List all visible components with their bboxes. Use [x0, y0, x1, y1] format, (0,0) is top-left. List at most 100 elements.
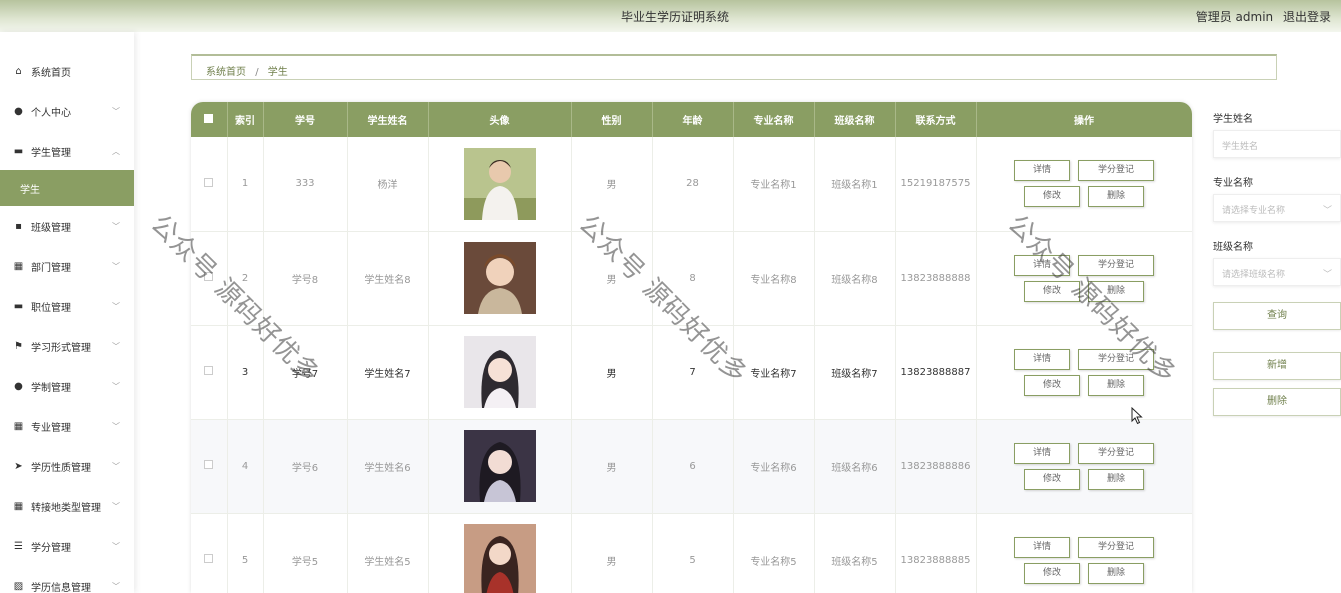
cell-actions: 详情 学分登记 修改 删除 — [976, 325, 1192, 420]
major-select[interactable]: 请选择专业名称 ﹀ — [1213, 194, 1341, 222]
edit-button[interactable]: 修改 — [1024, 186, 1080, 208]
select-all-checkbox[interactable] — [204, 113, 214, 123]
delete-button[interactable]: 删除 — [1088, 468, 1144, 490]
batch-delete-button[interactable]: 删除 — [1213, 388, 1341, 416]
cell-index: 2 — [227, 231, 264, 326]
sidebar-item-student-management[interactable]: ▬ 学生管理 ︿ — [0, 133, 134, 169]
cell-student-id: 学号8 — [263, 231, 348, 326]
edit-button[interactable]: 修改 — [1024, 374, 1080, 396]
sidebar-item-label: 部门管理 — [31, 262, 71, 274]
delete-button[interactable]: 删除 — [1088, 280, 1144, 302]
table-header-row: 索引 学号 学生姓名 头像 性别 年龄 专业名称 班级名称 联系方式 操作 — [191, 102, 1192, 137]
class-label: 班级名称 — [1213, 242, 1253, 253]
chevron-down-icon: ﹀ — [112, 421, 120, 431]
edit-button[interactable]: 修改 — [1024, 562, 1080, 584]
row-checkbox[interactable] — [204, 272, 214, 281]
detail-button[interactable]: 详情 — [1014, 254, 1070, 276]
chevron-down-icon: ﹀ — [112, 301, 120, 311]
cell-phone: 15219187575 — [895, 137, 977, 232]
sidebar-item-study-form-management[interactable]: ⚑ 学习形式管理 ﹀ — [0, 328, 134, 364]
cell-index: 3 — [227, 325, 264, 420]
cell-class: 班级名称6 — [814, 419, 896, 514]
column-header: 操作 — [976, 102, 1192, 137]
chevron-down-icon: ﹀ — [112, 581, 120, 591]
app-title: 毕业生学历证明系统 — [620, 10, 729, 24]
logout-link[interactable]: 退出登录 — [1283, 10, 1331, 24]
chevron-down-icon: ﹀ — [1322, 270, 1332, 280]
sidebar-item-major-management[interactable]: ▦ 专业管理 ﹀ — [0, 408, 134, 444]
chart-icon: ▨ — [13, 580, 24, 592]
chat-icon: ▪ — [15, 220, 22, 232]
sidebar-item-class-management[interactable]: ▪ 班级管理 ﹀ — [0, 208, 134, 244]
credit-register-button[interactable]: 学分登记 — [1078, 160, 1154, 182]
top-header: 毕业生学历证明系统 管理员 admin 退出登录 — [0, 0, 1341, 32]
cell-student-id: 学号6 — [263, 419, 348, 514]
detail-button[interactable]: 详情 — [1014, 536, 1070, 558]
detail-button[interactable]: 详情 — [1014, 442, 1070, 464]
sidebar-item-schooling-management[interactable]: ● 学制管理 ﹀ — [0, 368, 134, 404]
search-button[interactable]: 查询 — [1213, 302, 1341, 330]
sidebar-item-home[interactable]: ⌂ 系统首页 — [0, 53, 134, 89]
sidebar-item-department-management[interactable]: ▦ 部门管理 ﹀ — [0, 248, 134, 284]
cell-gender: 男 — [571, 231, 653, 326]
header-user-area: 管理员 admin 退出登录 — [1190, 8, 1331, 25]
cell-class: 班级名称5 — [814, 513, 896, 593]
class-select[interactable]: 请选择班级名称 ﹀ — [1213, 258, 1341, 286]
sidebar-item-label: 转接地类型管理 — [31, 502, 101, 514]
cell-age: 5 — [652, 513, 734, 593]
mouse-cursor-icon — [1131, 407, 1143, 425]
breadcrumb-separator: / — [255, 67, 259, 78]
grid-icon: ▦ — [13, 420, 24, 432]
cell-index: 5 — [227, 513, 264, 593]
sidebar-item-student[interactable]: 学生 — [0, 170, 134, 206]
credit-register-button[interactable]: 学分登记 — [1078, 254, 1154, 276]
breadcrumb: 系统首页 / 学生 — [191, 54, 1277, 80]
sidebar-item-degree-nature-management[interactable]: ➤ 学历性质管理 ﹀ — [0, 448, 134, 484]
row-checkbox[interactable] — [204, 366, 214, 375]
sidebar-item-label: 学生管理 — [31, 147, 71, 159]
user-icon: ● — [14, 105, 23, 117]
sidebar-item-credit-management[interactable]: ☰ 学分管理 ﹀ — [0, 528, 134, 564]
student-name-input[interactable]: 学生姓名 — [1213, 130, 1341, 158]
credit-register-button[interactable]: 学分登记 — [1078, 536, 1154, 558]
chevron-down-icon: ﹀ — [112, 341, 120, 351]
cell-phone: 13823888885 — [895, 513, 977, 593]
cell-actions: 详情 学分登记 修改 删除 — [976, 137, 1192, 232]
cell-actions: 详情 学分登记 修改 删除 — [976, 513, 1192, 593]
table-row: 2 学号8 学生姓名8 男 8 专业名称8 班级名称8 13823888888 — [191, 231, 1192, 326]
row-checkbox[interactable] — [204, 460, 214, 469]
avatar — [463, 524, 536, 593]
edit-button[interactable]: 修改 — [1024, 468, 1080, 490]
grid-icon: ▦ — [13, 500, 24, 512]
delete-button[interactable]: 删除 — [1088, 374, 1144, 396]
cell-major: 专业名称7 — [733, 325, 815, 420]
breadcrumb-home[interactable]: 系统首页 — [206, 67, 246, 78]
sidebar-item-transfer-type-management[interactable]: ▦ 转接地类型管理 ﹀ — [0, 488, 134, 524]
table-row: 5 学号5 学生姓名5 男 5 专业名称5 班级名称5 13823888885 — [191, 513, 1192, 593]
credit-register-button[interactable]: 学分登记 — [1078, 348, 1154, 370]
row-checkbox[interactable] — [204, 554, 214, 563]
cell-avatar — [428, 419, 572, 514]
add-button[interactable]: 新增 — [1213, 352, 1341, 380]
delete-button[interactable]: 删除 — [1088, 562, 1144, 584]
chevron-down-icon: ﹀ — [112, 501, 120, 511]
cell-phone: 13823888886 — [895, 419, 977, 514]
detail-button[interactable]: 详情 — [1014, 160, 1070, 182]
avatar — [463, 147, 536, 220]
cell-age: 6 — [652, 419, 734, 514]
sidebar-item-label: 职位管理 — [31, 302, 71, 314]
student-table: 索引 学号 学生姓名 头像 性别 年龄 专业名称 班级名称 联系方式 操作 1 … — [191, 102, 1192, 593]
credit-register-button[interactable]: 学分登记 — [1078, 442, 1154, 464]
delete-button[interactable]: 删除 — [1088, 186, 1144, 208]
detail-button[interactable]: 详情 — [1014, 348, 1070, 370]
breadcrumb-current: 学生 — [267, 67, 288, 78]
row-checkbox[interactable] — [204, 177, 214, 187]
major-label: 专业名称 — [1213, 178, 1253, 189]
sidebar-item-position-management[interactable]: ▬ 职位管理 ﹀ — [0, 288, 134, 324]
cell-index: 1 — [227, 137, 264, 232]
sidebar-item-personal-center[interactable]: ● 个人中心 ﹀ — [0, 93, 134, 129]
monitor-icon: ▬ — [13, 300, 24, 312]
edit-button[interactable]: 修改 — [1024, 280, 1080, 302]
cell-student-name: 学生姓名7 — [347, 325, 429, 420]
sidebar-item-degree-info-management[interactable]: ▨ 学历信息管理 ﹀ — [0, 568, 134, 593]
